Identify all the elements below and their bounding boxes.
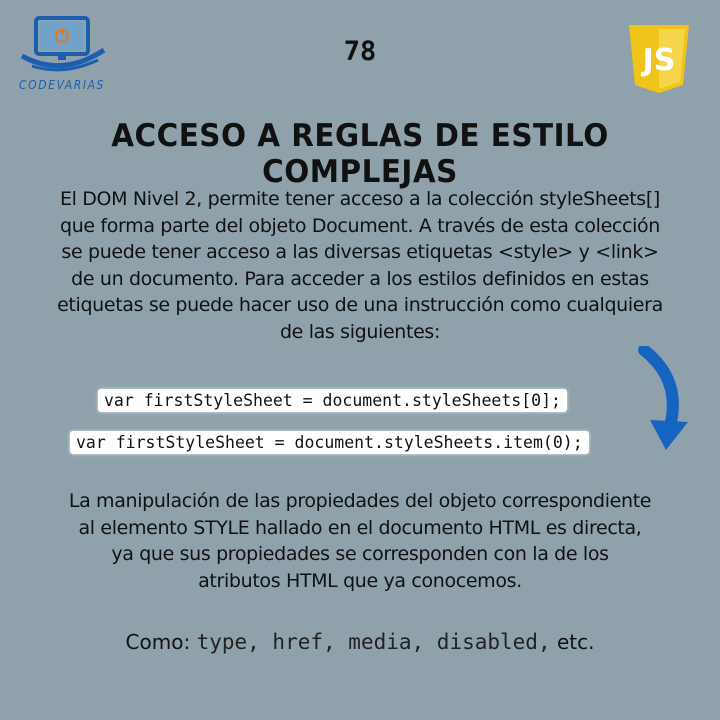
code-snippet-2: var firstStyleSheet = document.styleShee… [70,431,589,454]
property-list: type, href, media, disabled, [196,630,551,654]
js-shield-icon: JS [626,22,692,96]
etc-label: etc. [556,630,595,654]
body-paragraph: La manipulación de las propiedades del o… [30,488,690,594]
intro-line: se puede tener acceso a las diversas eti… [61,241,659,263]
intro-line: etiquetas se puede hacer uso de una inst… [57,294,663,316]
page-number: 78 [343,36,377,67]
intro-paragraph: El DOM Nivel 2, permite tener acceso a l… [30,186,690,345]
body-line: ya que sus propiedades se corresponden c… [111,543,609,565]
body-line: al elemento STYLE hallado en el document… [78,516,642,539]
code-snippet-1: var firstStyleSheet = document.styleShee… [98,389,567,412]
logo-text: CODEVARIAS [18,78,106,92]
intro-line: El DOM Nivel 2, permite tener acceso a l… [60,188,660,210]
example-properties: Como: type, href, media, disabled, etc. [0,630,720,654]
body-line: atributos HTML que ya conocemos. [198,569,522,592]
intro-line: de las siguientes: [279,320,441,343]
intro-line: de un documento. Para acceder a los esti… [71,267,649,290]
intro-line: que forma parte del objeto Document. A t… [59,214,660,237]
page-title: ACCESO A REGLAS DE ESTILO COMPLEJAS [111,118,609,190]
js-badge-label: JS [641,43,676,78]
curved-arrow-down-icon [638,346,688,450]
como-label: Como: [125,630,191,654]
body-line: La manipulación de las propiedades del o… [68,490,652,512]
